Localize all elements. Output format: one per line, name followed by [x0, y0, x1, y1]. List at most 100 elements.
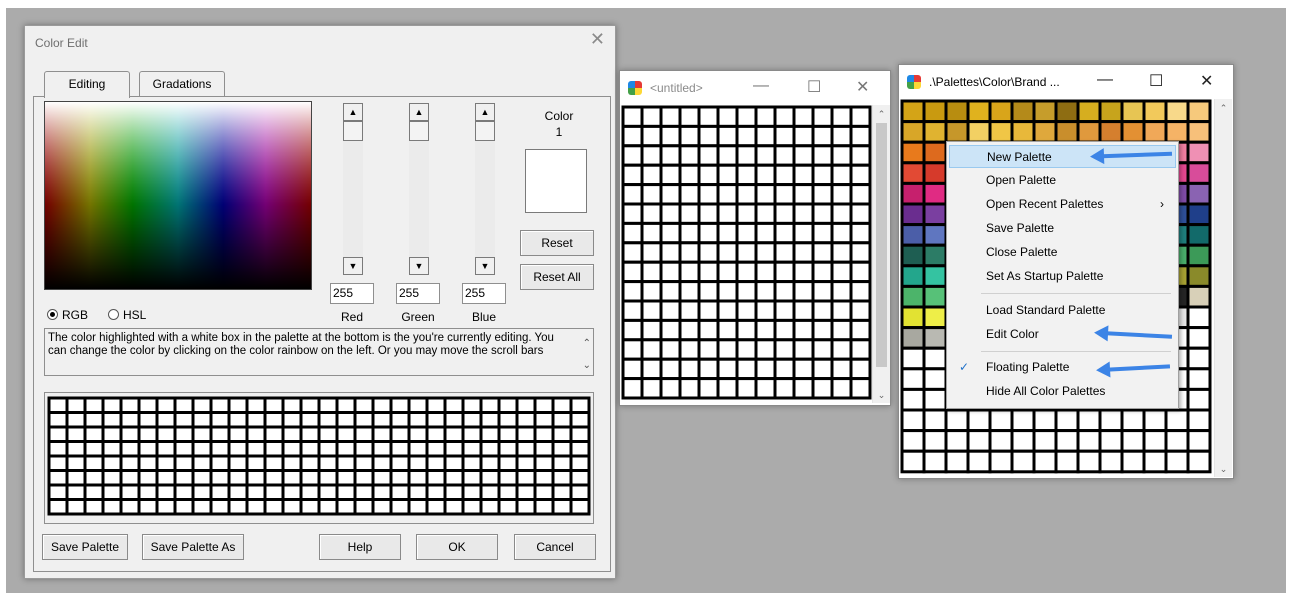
- palette-cell[interactable]: [281, 411, 303, 429]
- palette-cell[interactable]: [735, 357, 758, 381]
- palette-cell[interactable]: [245, 498, 267, 516]
- palette-cell[interactable]: [1054, 429, 1080, 453]
- palette-cell[interactable]: [389, 498, 411, 516]
- palette-cell[interactable]: [407, 498, 429, 516]
- palette-cell[interactable]: [479, 425, 501, 443]
- palette-cell[interactable]: [389, 469, 411, 487]
- palette-cell[interactable]: [773, 318, 796, 342]
- scroll-up-icon[interactable]: ⌃: [1215, 103, 1232, 114]
- palette-cell[interactable]: [659, 202, 682, 225]
- palette-cell[interactable]: [335, 396, 357, 414]
- palette-cell[interactable]: [533, 425, 555, 443]
- palette-cell[interactable]: [101, 396, 123, 414]
- palette-cell[interactable]: [849, 163, 872, 187]
- palette-cell[interactable]: [773, 280, 796, 303]
- palette-cell[interactable]: [716, 202, 739, 225]
- palette-cell[interactable]: [119, 396, 141, 414]
- palette-cell[interactable]: [1120, 449, 1146, 474]
- palette-cell[interactable]: [209, 498, 231, 516]
- palette-cell[interactable]: [227, 498, 249, 516]
- palette-cell[interactable]: [1186, 387, 1212, 412]
- palette-cell[interactable]: [1164, 429, 1190, 453]
- palette-cell[interactable]: [551, 483, 573, 501]
- palette-cell[interactable]: [335, 469, 357, 487]
- palette-cell[interactable]: [678, 318, 701, 342]
- palette-cell[interactable]: [335, 411, 357, 429]
- palette-cell[interactable]: [735, 318, 758, 342]
- palette-cell[interactable]: [569, 440, 591, 458]
- palette-cell[interactable]: [922, 223, 948, 247]
- palette-cell[interactable]: [830, 202, 853, 225]
- palette-cell[interactable]: [245, 411, 267, 429]
- palette-cell[interactable]: [900, 161, 926, 185]
- palette-cell[interactable]: [443, 396, 465, 414]
- palette-cell[interactable]: [515, 454, 537, 472]
- palette-cell[interactable]: [1032, 429, 1058, 453]
- palette-cell[interactable]: [716, 299, 739, 322]
- palette-cell[interactable]: [569, 396, 591, 414]
- palette-cell[interactable]: [922, 181, 948, 206]
- palette-cell[interactable]: [533, 411, 555, 429]
- palette-cell[interactable]: [697, 221, 720, 245]
- palette-cell[interactable]: [849, 144, 872, 167]
- palette-cell[interactable]: [1186, 326, 1212, 350]
- palette-cell[interactable]: [900, 387, 926, 412]
- palette-cell[interactable]: [735, 221, 758, 245]
- palette-cell[interactable]: [47, 396, 69, 414]
- palette-cell[interactable]: [335, 483, 357, 501]
- palette-cell[interactable]: [101, 411, 123, 429]
- palette-cell[interactable]: [659, 163, 682, 187]
- palette-cell[interactable]: [922, 408, 948, 433]
- palette-cell[interactable]: [173, 396, 195, 414]
- palette-cell[interactable]: [811, 260, 834, 284]
- palette-cell[interactable]: [1098, 99, 1124, 124]
- palette-cell[interactable]: [988, 120, 1014, 144]
- palette-cell[interactable]: [792, 377, 815, 400]
- palette-cell[interactable]: [137, 483, 159, 501]
- palette-cell[interactable]: [155, 411, 177, 429]
- palette-cell[interactable]: [640, 377, 663, 400]
- palette-cell[interactable]: [1054, 120, 1080, 144]
- palette-cell[interactable]: [191, 469, 213, 487]
- palette-cell[interactable]: [716, 318, 739, 342]
- palette-cell[interactable]: [640, 124, 663, 148]
- palette-cell[interactable]: [335, 454, 357, 472]
- palette-cell[interactable]: [659, 338, 682, 361]
- palette-cell[interactable]: [47, 454, 69, 472]
- palette-cell[interactable]: [1164, 449, 1190, 474]
- menu-item-load-standard-palette[interactable]: Load Standard Palette: [949, 299, 1176, 322]
- menu-item-set-as-startup-palette[interactable]: Set As Startup Palette: [949, 265, 1176, 288]
- palette-cell[interactable]: [678, 163, 701, 187]
- palette-cell[interactable]: [1142, 429, 1168, 453]
- palette-cell[interactable]: [697, 318, 720, 342]
- palette-cell[interactable]: [335, 425, 357, 443]
- palette-cell[interactable]: [640, 280, 663, 303]
- palette-cell[interactable]: [101, 498, 123, 516]
- palette-cell[interactable]: [1076, 120, 1102, 144]
- palette-cell[interactable]: [735, 241, 758, 264]
- palette-cell[interactable]: [922, 449, 948, 474]
- palette-cell[interactable]: [461, 411, 483, 429]
- hsl-radio[interactable]: HSL: [108, 308, 146, 322]
- palette-cell[interactable]: [792, 260, 815, 284]
- palette-cell[interactable]: [1164, 408, 1190, 433]
- palette-cell[interactable]: [716, 280, 739, 303]
- palette-cell[interactable]: [497, 396, 519, 414]
- palette-cell[interactable]: [830, 377, 853, 400]
- palette-cell[interactable]: [209, 454, 231, 472]
- palette-cell[interactable]: [1186, 202, 1212, 227]
- palette-cell[interactable]: [245, 454, 267, 472]
- palette-cell[interactable]: [900, 429, 926, 453]
- palette-cell[interactable]: [735, 202, 758, 225]
- palette-cell[interactable]: [640, 241, 663, 264]
- palette-cell[interactable]: [1076, 408, 1102, 433]
- palette-cell[interactable]: [317, 483, 339, 501]
- palette-cell[interactable]: [281, 454, 303, 472]
- palette-cell[interactable]: [353, 498, 375, 516]
- palette-cell[interactable]: [317, 396, 339, 414]
- palette-cell[interactable]: [533, 440, 555, 458]
- palette-cell[interactable]: [137, 411, 159, 429]
- palette-cell[interactable]: [1098, 120, 1124, 144]
- palette-cell[interactable]: [697, 260, 720, 284]
- palette-cell[interactable]: [640, 299, 663, 322]
